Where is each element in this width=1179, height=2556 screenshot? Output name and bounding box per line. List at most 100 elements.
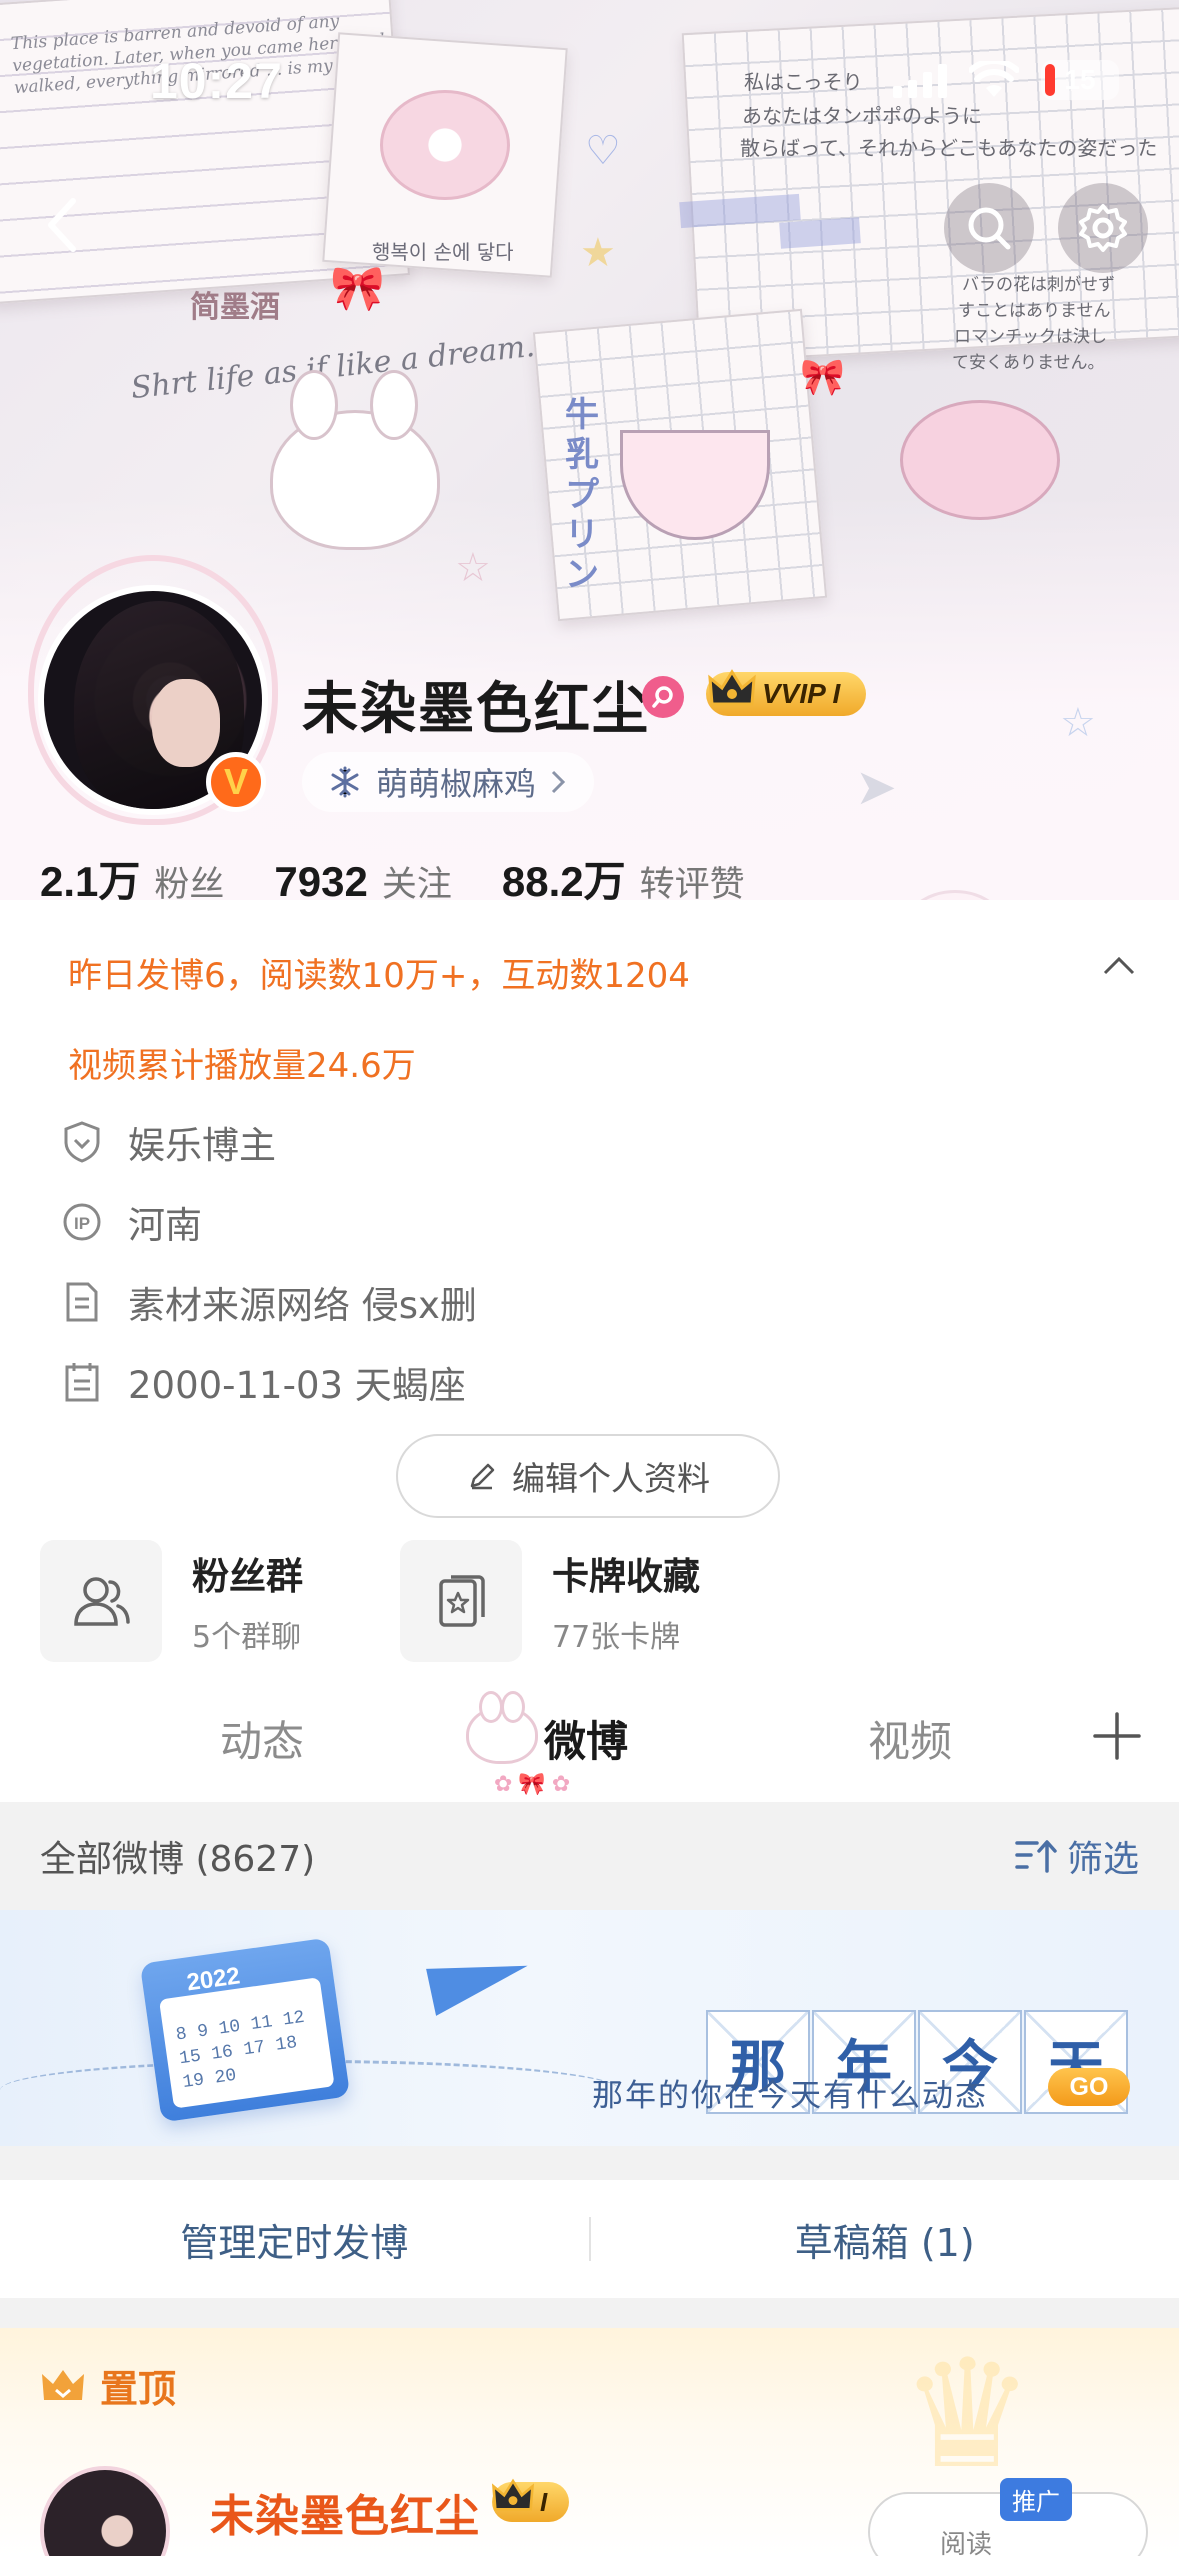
activity-summary[interactable]: 昨日发博6，阅读数10万+，互动数1204	[68, 948, 690, 997]
wifi-icon	[969, 61, 1019, 97]
fan-group-name: 萌萌椒麻鸡	[376, 765, 537, 803]
stat-fans-label: 粉丝	[154, 865, 225, 905]
star-decoration: ★	[580, 230, 616, 276]
signal-icon	[893, 62, 947, 98]
info-bio-text: 素材来源网络 侵sx删	[128, 1284, 477, 1327]
info-location-text: 河南	[128, 1204, 202, 1247]
shield-icon	[60, 1120, 104, 1164]
pinned-post-avatar[interactable]	[40, 2466, 170, 2556]
bunny-ear-left	[290, 370, 338, 440]
pinned-post-author[interactable]: 未染墨色红尘	[210, 2480, 480, 2544]
stat-likes-number: 88.2万	[501, 858, 626, 905]
info-location: IP 河南	[60, 1195, 202, 1249]
mushroom-sticker	[900, 400, 1060, 520]
card-collection-subtitle: 77张卡牌	[552, 1620, 681, 1655]
bow-decoration: 🎀	[330, 263, 385, 314]
fan-group-card-subtitle: 5个群聊	[192, 1620, 302, 1655]
fan-group-chip[interactable]: 萌萌椒麻鸡	[302, 752, 595, 812]
stat-fans-number: 2.1万	[40, 858, 141, 905]
manage-bar: 管理定时发博 草稿箱 (1)	[0, 2180, 1179, 2298]
chinese-note-text: 简墨酒	[190, 290, 280, 325]
bunny-duo-sticker	[900, 890, 1010, 900]
tab-weibo[interactable]: 微博	[544, 1708, 628, 1769]
filter-button[interactable]: 筛选	[1015, 1830, 1139, 1882]
donut-sticker	[380, 90, 510, 200]
avatar-face	[152, 679, 220, 767]
banner-subtitle: 那年的你在今天有什么动态	[592, 2078, 988, 2114]
svg-text:IP: IP	[74, 1214, 90, 1233]
snowflake-icon	[331, 766, 359, 798]
japanese-note-1: 私はこっそり	[744, 70, 863, 94]
japanese-note-3: 散らばって、それからどこもあなたの姿だった	[740, 136, 1158, 160]
gear-icon	[1079, 204, 1127, 252]
japanese-note-4: バラの花は刺がせず	[962, 275, 1115, 295]
card-collection-card[interactable]: 卡牌收藏 77张卡牌	[400, 1540, 700, 1662]
tape-decoration-2	[779, 217, 861, 249]
fan-group-card[interactable]: 粉丝群 5个群聊	[40, 1540, 303, 1662]
tab-video[interactable]: 视频	[868, 1708, 952, 1769]
search-icon	[968, 207, 1011, 250]
crown-icon	[706, 664, 758, 716]
drafts-button[interactable]: 草稿箱 (1)	[591, 2212, 1179, 2267]
bunny-tab-indicator-icon	[466, 1691, 538, 1764]
calendar-illustration: 2022 8 9 10 11 12 15 16 17 18 19 20	[139, 1937, 351, 2123]
tab-indicator-decoration: ✿🎀✿	[494, 1772, 577, 1797]
promote-read-text: 阅读	[940, 2530, 993, 2556]
japanese-note-5: すことはありません	[958, 301, 1111, 321]
pencil-icon	[470, 1463, 495, 1490]
ip-icon: IP	[60, 1200, 104, 1244]
search-button[interactable]	[944, 183, 1034, 273]
fan-group-card-title: 粉丝群	[192, 1555, 303, 1598]
add-tab-button[interactable]	[1089, 1708, 1145, 1764]
profile-stats: 2.1万 粉丝 7932 关注 88.2万 转评赞	[40, 848, 795, 909]
memory-banner[interactable]: 2022 8 9 10 11 12 15 16 17 18 19 20 那 年 …	[0, 1910, 1179, 2146]
crown-icon	[42, 2369, 84, 2400]
stat-likes[interactable]: 88.2万 转评赞	[502, 848, 745, 909]
stat-fans[interactable]: 2.1万 粉丝	[40, 848, 224, 909]
japanese-note-7: て安くありません。	[952, 353, 1105, 373]
korean-note-text: 행복이 손에 닿다	[372, 240, 514, 264]
people-icon	[74, 1577, 130, 1626]
verified-badge: V	[206, 752, 266, 812]
banner-go-button[interactable]: GO	[1048, 2068, 1130, 2106]
magnifier-badge-icon[interactable]	[642, 676, 684, 718]
pinned-vip-badge: I	[491, 2478, 570, 2522]
edit-profile-button[interactable]: 编辑个人资料	[396, 1434, 780, 1518]
japanese-note-6: ロマンチックは決し	[954, 327, 1107, 347]
bunny-ear-right	[370, 370, 418, 440]
status-icons: 15	[893, 60, 1119, 100]
document-icon	[60, 1280, 104, 1324]
video-play-summary[interactable]: 视频累计播放量24.6万	[68, 1038, 416, 1087]
chevron-left-icon	[48, 198, 76, 252]
weibo-filter-bar: 全部微博 (8627) 筛选	[0, 1802, 1179, 1910]
vip-crown-icon	[490, 2474, 536, 2527]
calendar-icon	[60, 1360, 104, 1404]
bunny-sticker	[270, 410, 440, 550]
scheduled-posts-button[interactable]: 管理定时发博	[0, 2212, 589, 2267]
info-category: 娱乐博主	[60, 1115, 276, 1169]
battery-icon: 15	[1041, 60, 1119, 100]
pinned-post[interactable]: ♛ 置顶 未染墨色红尘 I 推广 阅读	[0, 2328, 1179, 2556]
pinned-label: 置顶	[40, 2358, 176, 2413]
plus-icon	[1093, 1712, 1141, 1760]
settings-button[interactable]	[1058, 183, 1148, 273]
vip-badge[interactable]: VVIP I	[706, 669, 867, 716]
promote-tag: 推广	[1000, 2478, 1072, 2521]
pudding-text: 牛乳プリン	[565, 395, 599, 595]
collapse-button[interactable]	[1101, 955, 1137, 981]
star-decoration-3: ☆	[1060, 700, 1096, 746]
card-star-icon	[439, 1575, 485, 1627]
back-button[interactable]	[26, 190, 96, 260]
battery-level: 15	[1064, 64, 1096, 95]
profile-tabs: 动态 微博 视频	[0, 1690, 1179, 1800]
info-birthday-text: 2000-11-03 天蝎座	[128, 1364, 466, 1407]
info-category-text: 娱乐博主	[128, 1124, 276, 1167]
fan-group-card-icon-box	[40, 1540, 162, 1662]
stat-following[interactable]: 7932 关注	[274, 856, 451, 907]
filter-label: 筛选	[1066, 1839, 1139, 1880]
tab-dynamic[interactable]: 动态	[220, 1708, 304, 1769]
edit-profile-label: 编辑个人资料	[512, 1459, 710, 1498]
card-collection-title: 卡牌收藏	[552, 1555, 700, 1598]
stat-likes-label: 转评赞	[639, 865, 745, 905]
chevron-up-icon	[1103, 956, 1135, 975]
